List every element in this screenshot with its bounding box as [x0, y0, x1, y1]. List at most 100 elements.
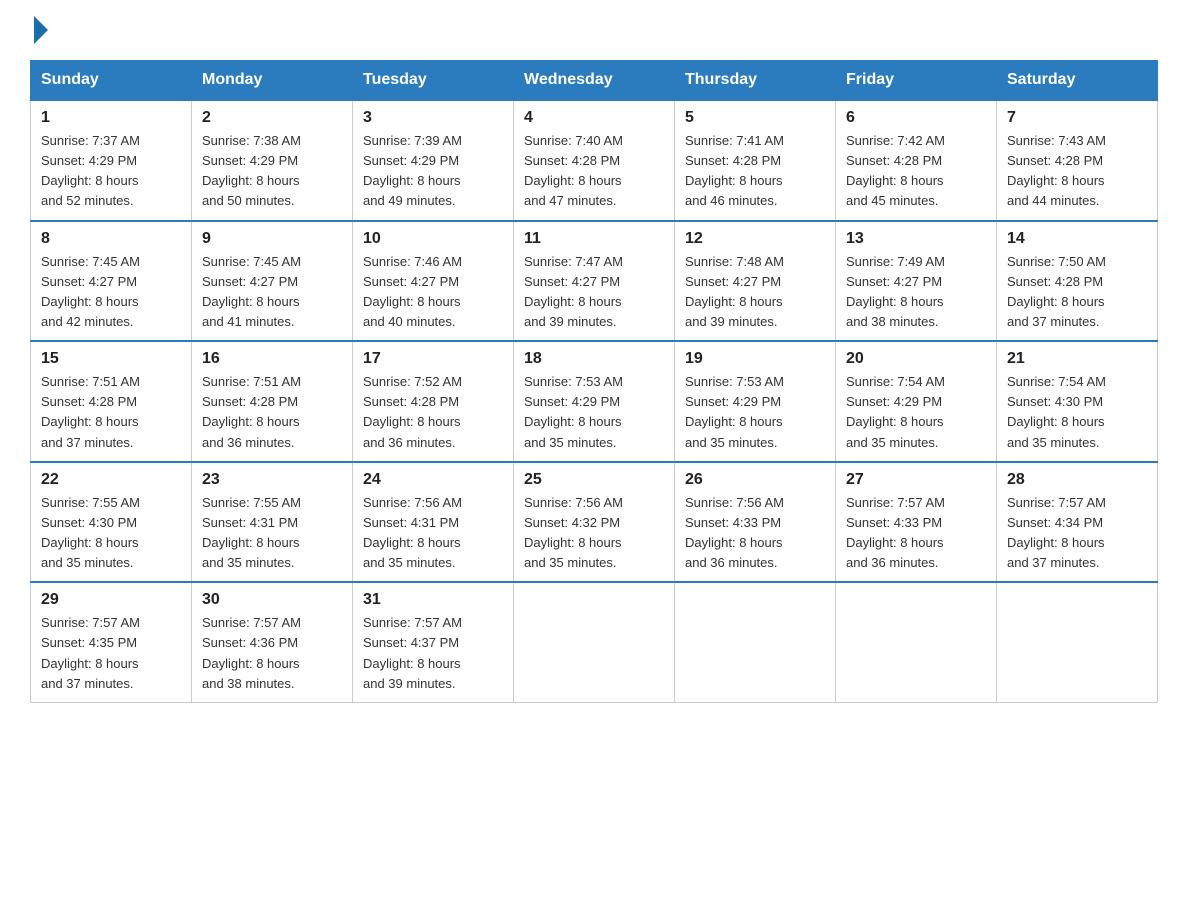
page-header — [30, 20, 1158, 40]
day-info: Sunrise: 7:50 AM Sunset: 4:28 PM Dayligh… — [1007, 252, 1147, 333]
calendar-week-row: 1 Sunrise: 7:37 AM Sunset: 4:29 PM Dayli… — [31, 100, 1158, 221]
calendar-cell: 18 Sunrise: 7:53 AM Sunset: 4:29 PM Dayl… — [514, 341, 675, 462]
day-info: Sunrise: 7:53 AM Sunset: 4:29 PM Dayligh… — [685, 372, 825, 453]
day-info: Sunrise: 7:57 AM Sunset: 4:34 PM Dayligh… — [1007, 493, 1147, 574]
calendar-cell: 9 Sunrise: 7:45 AM Sunset: 4:27 PM Dayli… — [192, 221, 353, 342]
day-info: Sunrise: 7:56 AM Sunset: 4:33 PM Dayligh… — [685, 493, 825, 574]
calendar-cell: 8 Sunrise: 7:45 AM Sunset: 4:27 PM Dayli… — [31, 221, 192, 342]
day-info: Sunrise: 7:45 AM Sunset: 4:27 PM Dayligh… — [202, 252, 342, 333]
weekday-header-sunday: Sunday — [31, 61, 192, 101]
calendar-cell: 22 Sunrise: 7:55 AM Sunset: 4:30 PM Dayl… — [31, 462, 192, 583]
day-number: 27 — [846, 471, 986, 489]
day-number: 31 — [363, 591, 503, 609]
day-info: Sunrise: 7:45 AM Sunset: 4:27 PM Dayligh… — [41, 252, 181, 333]
weekday-header-thursday: Thursday — [675, 61, 836, 101]
logo-triangle-icon — [34, 16, 48, 44]
calendar-week-row: 8 Sunrise: 7:45 AM Sunset: 4:27 PM Dayli… — [31, 221, 1158, 342]
day-number: 6 — [846, 109, 986, 127]
day-number: 8 — [41, 230, 181, 248]
day-info: Sunrise: 7:57 AM Sunset: 4:35 PM Dayligh… — [41, 613, 181, 694]
weekday-header-wednesday: Wednesday — [514, 61, 675, 101]
calendar-cell: 24 Sunrise: 7:56 AM Sunset: 4:31 PM Dayl… — [353, 462, 514, 583]
calendar-cell: 7 Sunrise: 7:43 AM Sunset: 4:28 PM Dayli… — [997, 100, 1158, 221]
day-number: 11 — [524, 230, 664, 248]
calendar-cell: 14 Sunrise: 7:50 AM Sunset: 4:28 PM Dayl… — [997, 221, 1158, 342]
calendar-cell: 23 Sunrise: 7:55 AM Sunset: 4:31 PM Dayl… — [192, 462, 353, 583]
day-number: 21 — [1007, 350, 1147, 368]
calendar-cell: 19 Sunrise: 7:53 AM Sunset: 4:29 PM Dayl… — [675, 341, 836, 462]
day-number: 26 — [685, 471, 825, 489]
day-info: Sunrise: 7:55 AM Sunset: 4:31 PM Dayligh… — [202, 493, 342, 574]
calendar-header: SundayMondayTuesdayWednesdayThursdayFrid… — [31, 61, 1158, 101]
day-number: 18 — [524, 350, 664, 368]
calendar-cell: 2 Sunrise: 7:38 AM Sunset: 4:29 PM Dayli… — [192, 100, 353, 221]
calendar-week-row: 22 Sunrise: 7:55 AM Sunset: 4:30 PM Dayl… — [31, 462, 1158, 583]
day-number: 24 — [363, 471, 503, 489]
calendar-cell: 31 Sunrise: 7:57 AM Sunset: 4:37 PM Dayl… — [353, 582, 514, 702]
calendar-cell: 20 Sunrise: 7:54 AM Sunset: 4:29 PM Dayl… — [836, 341, 997, 462]
day-info: Sunrise: 7:48 AM Sunset: 4:27 PM Dayligh… — [685, 252, 825, 333]
day-info: Sunrise: 7:43 AM Sunset: 4:28 PM Dayligh… — [1007, 131, 1147, 212]
calendar-cell — [514, 582, 675, 702]
day-info: Sunrise: 7:38 AM Sunset: 4:29 PM Dayligh… — [202, 131, 342, 212]
calendar-cell: 4 Sunrise: 7:40 AM Sunset: 4:28 PM Dayli… — [514, 100, 675, 221]
day-number: 14 — [1007, 230, 1147, 248]
calendar-cell: 3 Sunrise: 7:39 AM Sunset: 4:29 PM Dayli… — [353, 100, 514, 221]
day-info: Sunrise: 7:56 AM Sunset: 4:32 PM Dayligh… — [524, 493, 664, 574]
day-number: 2 — [202, 109, 342, 127]
calendar-cell: 13 Sunrise: 7:49 AM Sunset: 4:27 PM Dayl… — [836, 221, 997, 342]
day-info: Sunrise: 7:52 AM Sunset: 4:28 PM Dayligh… — [363, 372, 503, 453]
calendar-cell: 27 Sunrise: 7:57 AM Sunset: 4:33 PM Dayl… — [836, 462, 997, 583]
day-info: Sunrise: 7:40 AM Sunset: 4:28 PM Dayligh… — [524, 131, 664, 212]
weekday-header-monday: Monday — [192, 61, 353, 101]
day-number: 12 — [685, 230, 825, 248]
day-number: 4 — [524, 109, 664, 127]
day-info: Sunrise: 7:41 AM Sunset: 4:28 PM Dayligh… — [685, 131, 825, 212]
calendar-body: 1 Sunrise: 7:37 AM Sunset: 4:29 PM Dayli… — [31, 100, 1158, 702]
day-info: Sunrise: 7:39 AM Sunset: 4:29 PM Dayligh… — [363, 131, 503, 212]
calendar-cell: 12 Sunrise: 7:48 AM Sunset: 4:27 PM Dayl… — [675, 221, 836, 342]
calendar-cell — [675, 582, 836, 702]
day-number: 16 — [202, 350, 342, 368]
weekday-header-saturday: Saturday — [997, 61, 1158, 101]
day-info: Sunrise: 7:57 AM Sunset: 4:33 PM Dayligh… — [846, 493, 986, 574]
day-number: 19 — [685, 350, 825, 368]
calendar-cell: 10 Sunrise: 7:46 AM Sunset: 4:27 PM Dayl… — [353, 221, 514, 342]
day-number: 28 — [1007, 471, 1147, 489]
day-number: 30 — [202, 591, 342, 609]
calendar-cell: 11 Sunrise: 7:47 AM Sunset: 4:27 PM Dayl… — [514, 221, 675, 342]
day-number: 9 — [202, 230, 342, 248]
day-info: Sunrise: 7:47 AM Sunset: 4:27 PM Dayligh… — [524, 252, 664, 333]
calendar-cell — [836, 582, 997, 702]
calendar-cell — [997, 582, 1158, 702]
weekday-header-friday: Friday — [836, 61, 997, 101]
day-number: 13 — [846, 230, 986, 248]
day-info: Sunrise: 7:56 AM Sunset: 4:31 PM Dayligh… — [363, 493, 503, 574]
day-info: Sunrise: 7:57 AM Sunset: 4:36 PM Dayligh… — [202, 613, 342, 694]
day-info: Sunrise: 7:54 AM Sunset: 4:29 PM Dayligh… — [846, 372, 986, 453]
day-info: Sunrise: 7:37 AM Sunset: 4:29 PM Dayligh… — [41, 131, 181, 212]
calendar-cell: 15 Sunrise: 7:51 AM Sunset: 4:28 PM Dayl… — [31, 341, 192, 462]
calendar-week-row: 29 Sunrise: 7:57 AM Sunset: 4:35 PM Dayl… — [31, 582, 1158, 702]
day-info: Sunrise: 7:53 AM Sunset: 4:29 PM Dayligh… — [524, 372, 664, 453]
day-number: 10 — [363, 230, 503, 248]
weekday-header-tuesday: Tuesday — [353, 61, 514, 101]
day-number: 22 — [41, 471, 181, 489]
calendar-cell: 30 Sunrise: 7:57 AM Sunset: 4:36 PM Dayl… — [192, 582, 353, 702]
calendar-week-row: 15 Sunrise: 7:51 AM Sunset: 4:28 PM Dayl… — [31, 341, 1158, 462]
day-number: 29 — [41, 591, 181, 609]
day-number: 20 — [846, 350, 986, 368]
day-number: 17 — [363, 350, 503, 368]
day-info: Sunrise: 7:42 AM Sunset: 4:28 PM Dayligh… — [846, 131, 986, 212]
day-info: Sunrise: 7:57 AM Sunset: 4:37 PM Dayligh… — [363, 613, 503, 694]
day-number: 7 — [1007, 109, 1147, 127]
day-number: 25 — [524, 471, 664, 489]
day-info: Sunrise: 7:55 AM Sunset: 4:30 PM Dayligh… — [41, 493, 181, 574]
logo — [30, 20, 48, 40]
calendar-cell: 16 Sunrise: 7:51 AM Sunset: 4:28 PM Dayl… — [192, 341, 353, 462]
calendar-cell: 26 Sunrise: 7:56 AM Sunset: 4:33 PM Dayl… — [675, 462, 836, 583]
calendar-cell: 21 Sunrise: 7:54 AM Sunset: 4:30 PM Dayl… — [997, 341, 1158, 462]
day-number: 3 — [363, 109, 503, 127]
day-info: Sunrise: 7:54 AM Sunset: 4:30 PM Dayligh… — [1007, 372, 1147, 453]
day-info: Sunrise: 7:49 AM Sunset: 4:27 PM Dayligh… — [846, 252, 986, 333]
